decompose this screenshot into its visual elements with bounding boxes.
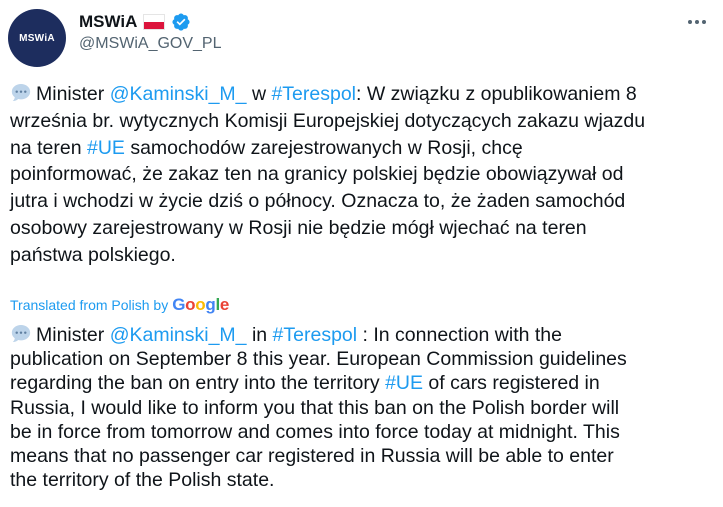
text-line: jutra i wchodzi w życie dziś o północy. … [10, 188, 715, 215]
hashtag-link[interactable]: #UE [87, 137, 125, 159]
text-segment: poinformować, że zakaz ten na granicy po… [10, 163, 624, 186]
text-line: publication on September 8 this year. Eu… [10, 347, 715, 371]
text-segment: the territory of the Polish state. [10, 469, 275, 492]
text-line: Minister @Kaminski_M_ in #Terespol : In … [10, 322, 715, 347]
text-segment: publication on September 8 this year. Eu… [10, 348, 627, 371]
avatar-logo-text: MSWiA [19, 32, 55, 44]
google-logo: Google [172, 295, 230, 314]
text-line: państwa polskiego. [10, 242, 715, 269]
translated-by-label[interactable]: Translated from Polish by Google [10, 295, 229, 315]
mention-link[interactable]: @Kaminski_M_ [110, 83, 247, 105]
text-segment: osobowy zarejestrowany w Rosji nie będzi… [10, 216, 587, 239]
text-line: Minister @Kaminski_M_ w #Terespol: W zwi… [10, 81, 715, 108]
text-line: września br. wytycznych Komisji Europejs… [10, 108, 715, 135]
speech-bubble-icon [10, 322, 32, 344]
text-segment: in [246, 324, 273, 346]
speech-bubble-icon [10, 81, 32, 103]
text-segment: : In connection with the [357, 324, 562, 346]
text-line: Russia, I would like to inform you that … [10, 396, 715, 420]
text-segment: w [246, 83, 272, 105]
text-line: regarding the ban on entry into the terr… [10, 371, 715, 395]
verified-badge-icon[interactable] [171, 12, 191, 32]
hashtag-link[interactable]: #UE [385, 372, 423, 394]
text-line: the territory of the Polish state. [10, 468, 715, 492]
text-segment: : W związku z opublikowaniem 8 [356, 83, 637, 105]
text-segment: państwa polskiego. [10, 243, 176, 266]
text-segment: Minister [36, 83, 110, 105]
hashtag-link[interactable]: #Terespol [273, 324, 358, 346]
text-line: means that no passenger car registered i… [10, 444, 715, 468]
text-line: na teren #UE samochodów zarejestrowanych… [10, 135, 715, 162]
text-line: osobowy zarejestrowany w Rosji nie będzi… [10, 215, 715, 242]
tweet: MSWiA MSWiA @MSWiA_GOV_PL Minister @Kami… [0, 0, 723, 507]
tweet-translated-text: Minister @Kaminski_M_ in #Terespol : In … [10, 322, 715, 492]
more-options-icon[interactable] [683, 8, 711, 36]
author-name[interactable]: MSWiA [79, 12, 137, 32]
author-handle[interactable]: @MSWiA_GOV_PL [79, 35, 222, 53]
text-segment: be in force from tomorrow and comes into… [10, 420, 620, 443]
tweet-original-text: Minister @Kaminski_M_ w #Terespol: W zwi… [10, 81, 715, 269]
text-segment: na teren [10, 136, 87, 159]
text-segment: Minister [36, 324, 110, 346]
text-segment: jutra i wchodzi w życie dziś o północy. … [10, 190, 626, 213]
text-segment: of cars registered in [423, 372, 600, 395]
translated-by-text: Translated from Polish by [10, 297, 169, 313]
text-line: be in force from tomorrow and comes into… [10, 420, 715, 444]
text-segment: samochodów zarejestrowanych w Rosji, chc… [124, 136, 523, 159]
text-segment: regarding the ban on entry into the terr… [10, 372, 386, 395]
mention-link[interactable]: @Kaminski_M_ [110, 324, 247, 346]
flag-poland-icon [143, 14, 166, 30]
text-segment: Russia, I would like to inform you that … [10, 396, 620, 419]
text-segment: września br. wytycznych Komisji Europejs… [10, 109, 646, 132]
text-segment: means that no passenger car registered i… [10, 445, 614, 468]
text-line: poinformować, że zakaz ten na granicy po… [10, 161, 715, 188]
author-name-row: MSWiA [79, 11, 191, 33]
avatar[interactable]: MSWiA [8, 9, 66, 67]
hashtag-link[interactable]: #Terespol [271, 83, 356, 105]
